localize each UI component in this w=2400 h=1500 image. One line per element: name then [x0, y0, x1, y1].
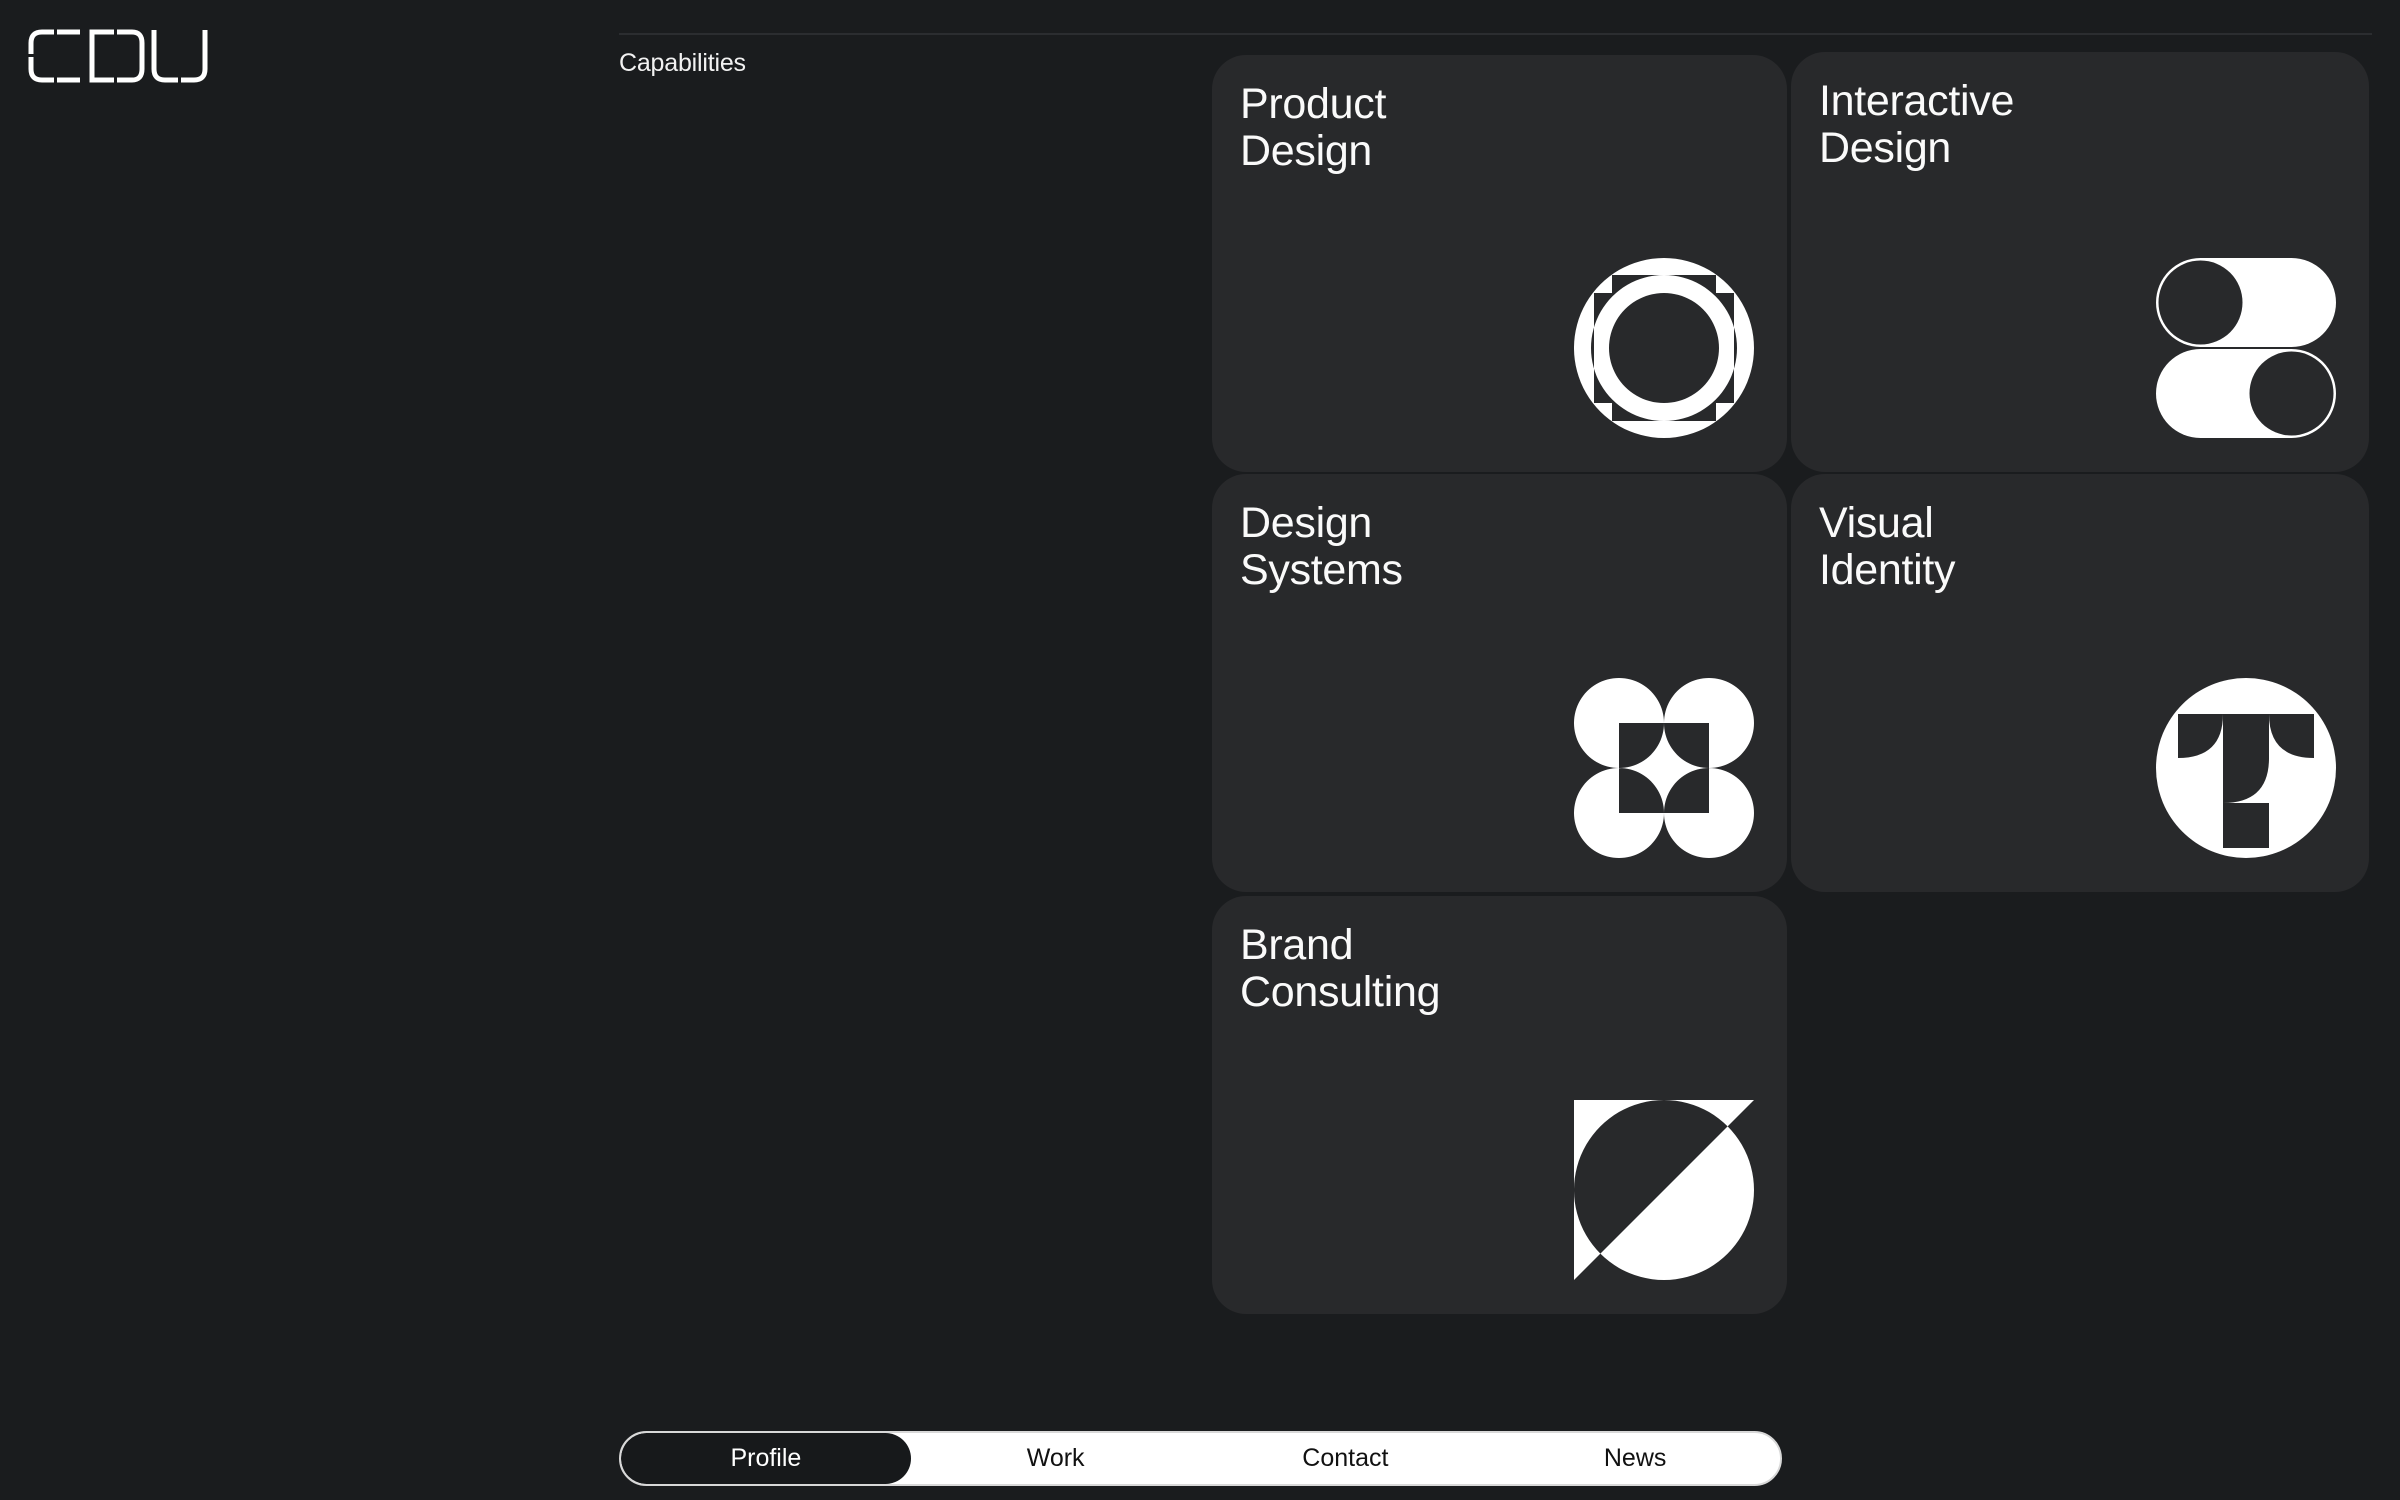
- nav-item-work[interactable]: Work: [911, 1433, 1201, 1484]
- letter-t-circle-icon: [2156, 678, 2336, 858]
- capability-card-visual-identity[interactable]: Visual Identity: [1791, 474, 2369, 892]
- bottom-navigation: Profile Work Contact News: [619, 1431, 1782, 1486]
- concentric-squares-circle-icon: [1574, 258, 1754, 438]
- section-label: Capabilities: [619, 49, 746, 77]
- cdu-logo[interactable]: [28, 28, 208, 84]
- capability-card-design-systems[interactable]: Design Systems: [1212, 474, 1787, 892]
- nav-item-news[interactable]: News: [1490, 1433, 1780, 1484]
- four-circles-grid-icon: [1574, 678, 1754, 858]
- split-circle-triangle-icon: [1574, 1100, 1754, 1280]
- capability-card-product-design[interactable]: Product Design: [1212, 55, 1787, 472]
- nav-item-contact[interactable]: Contact: [1201, 1433, 1491, 1484]
- nav-item-profile[interactable]: Profile: [621, 1433, 911, 1484]
- card-title: Design Systems: [1240, 499, 1403, 594]
- toggle-switches-icon: [2156, 258, 2336, 438]
- capability-card-brand-consulting[interactable]: Brand Consulting: [1212, 896, 1787, 1314]
- card-title: Brand Consulting: [1240, 921, 1441, 1016]
- card-title: Product Design: [1240, 80, 1387, 175]
- card-title: Visual Identity: [1819, 499, 1956, 594]
- capability-card-interactive-design[interactable]: Interactive Design: [1791, 52, 2369, 472]
- card-title: Interactive Design: [1819, 77, 2015, 172]
- header-divider: [619, 33, 2372, 35]
